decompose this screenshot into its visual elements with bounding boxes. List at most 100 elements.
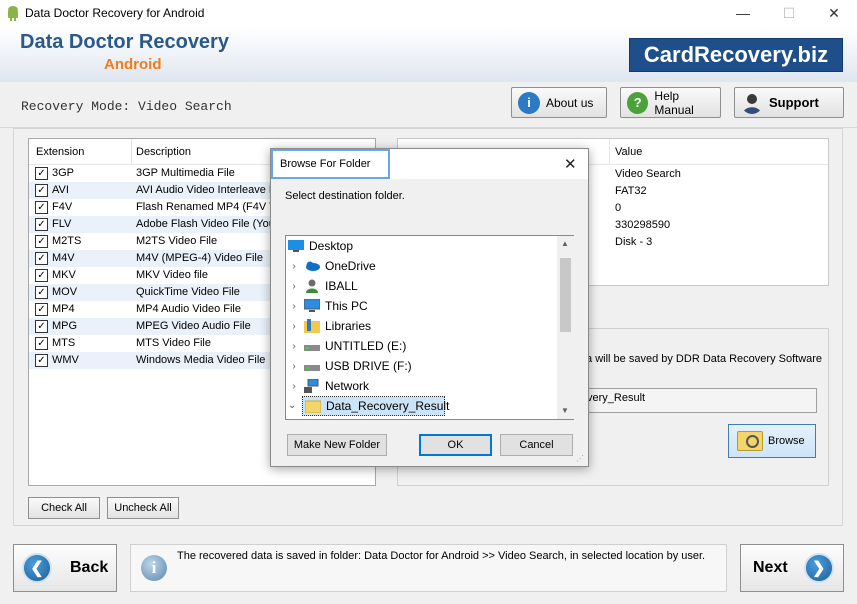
make-new-folder-button[interactable]: Make New Folder (287, 434, 387, 456)
tree-item-label: OneDrive (325, 259, 376, 273)
about-us-button[interactable]: i About us (511, 87, 607, 118)
tree-item-this-pc[interactable]: › This PC (286, 296, 557, 316)
tree-item-label: Network (325, 379, 370, 393)
info-value: 330298590 (615, 219, 671, 231)
library-icon (304, 319, 320, 333)
tree-item-network[interactable]: › Network (286, 376, 557, 396)
chevron-right-icon[interactable]: › (288, 381, 300, 392)
dialog-close-icon[interactable]: ✕ (564, 155, 577, 173)
checkbox[interactable]: ✓ (35, 167, 48, 180)
browse-folder-dialog: Browse For Folder ✕ Select destination f… (270, 148, 589, 467)
resize-grip-icon[interactable]: ⋰ (576, 454, 586, 464)
checkbox[interactable]: ✓ (35, 320, 48, 333)
next-button[interactable]: Next ❯ (740, 544, 844, 592)
info-value: Disk - 3 (615, 236, 653, 248)
android-icon (8, 6, 18, 21)
tree-item-desktop[interactable]: Desktop (286, 236, 557, 256)
save-location-message: ta will be saved by DDR Data Recovery So… (583, 353, 823, 365)
about-us-label: About us (546, 95, 594, 110)
cancel-button[interactable]: Cancel (500, 434, 573, 456)
support-label: Support (769, 95, 819, 110)
chevron-right-icon[interactable]: › (288, 281, 300, 292)
checkbox[interactable]: ✓ (35, 269, 48, 282)
tree-item-untitled-drive[interactable]: › UNTITLED (E:) (286, 336, 557, 356)
value-column-header[interactable]: Value (615, 146, 642, 158)
help-manual-label: Help Manual (654, 88, 694, 117)
dialog-prompt: Select destination folder. (285, 190, 405, 202)
tree-item-iball[interactable]: › IBALL (286, 276, 557, 296)
chevron-right-icon[interactable]: › (288, 261, 300, 272)
checkbox[interactable]: ✓ (35, 218, 48, 231)
chevron-right-icon[interactable]: › (288, 341, 300, 352)
info-icon: i (141, 555, 167, 581)
scroll-down-icon[interactable]: ▼ (561, 406, 569, 415)
folder-tree[interactable]: Desktop › OneDrive › IBALL › This PC › L… (285, 235, 574, 420)
tree-item-label: Libraries (325, 319, 372, 333)
extension-cell: MPG (52, 320, 78, 332)
tree-item-label: Data_Recovery_Result (326, 399, 450, 413)
info-icon: i (518, 91, 540, 114)
chevron-right-icon[interactable]: › (288, 321, 300, 332)
help-manual-button[interactable]: ? Help Manual (620, 87, 721, 118)
tree-scrollbar[interactable]: ▲ ▼ (557, 236, 574, 419)
tree-item-label: USB DRIVE (F:) (325, 359, 412, 373)
extension-cell: M4V (52, 252, 75, 264)
support-person-icon (743, 93, 761, 114)
chevron-down-icon[interactable]: ⌄ (288, 400, 296, 411)
status-bar: i The recovered data is saved in folder:… (130, 544, 727, 592)
browse-button[interactable]: Browse (728, 424, 816, 458)
extension-cell: MP4 (52, 303, 75, 315)
tree-item-onedrive[interactable]: › OneDrive (286, 256, 557, 276)
tree-item-label: This PC (325, 299, 368, 313)
checkbox[interactable]: ✓ (35, 354, 48, 367)
save-path-field[interactable]: very_Result (580, 388, 817, 413)
checkbox[interactable]: ✓ (35, 286, 48, 299)
desktop-icon (288, 239, 304, 253)
tree-item-label: IBALL (325, 279, 358, 293)
drive-icon (304, 359, 320, 373)
tree-item-libraries[interactable]: › Libraries (286, 316, 557, 336)
minimize-button[interactable]: — (720, 0, 766, 26)
user-icon (304, 279, 320, 293)
checkbox[interactable]: ✓ (35, 235, 48, 248)
back-button[interactable]: ❮ Back (13, 544, 117, 592)
brand-title: Data Doctor Recovery (20, 31, 229, 53)
scroll-up-icon[interactable]: ▲ (561, 239, 569, 248)
support-button[interactable]: Support (734, 87, 844, 118)
description-column-header[interactable]: Description (136, 146, 191, 158)
dialog-title-text: Browse For Folder (280, 158, 371, 170)
tree-item-label: Desktop (309, 239, 354, 253)
scrollbar-thumb[interactable] (560, 258, 571, 332)
checkbox[interactable]: ✓ (35, 303, 48, 316)
chevron-right-icon[interactable]: › (288, 301, 300, 312)
checkbox[interactable]: ✓ (35, 201, 48, 214)
extension-cell: FLV (52, 218, 72, 230)
cloud-icon (304, 259, 320, 273)
close-button[interactable]: ✕ (811, 0, 857, 26)
browse-label: Browse (768, 435, 805, 447)
uncheck-all-button[interactable]: Uncheck All (107, 497, 179, 519)
dialog-title: Browse For Folder (271, 149, 390, 179)
computer-icon (303, 298, 321, 313)
next-arrow-icon: ❯ (803, 553, 834, 583)
app-header: Data Doctor Recovery Android CardRecover… (0, 26, 857, 82)
extension-cell: MKV (52, 269, 76, 281)
checkbox[interactable]: ✓ (35, 184, 48, 197)
checkbox[interactable]: ✓ (35, 252, 48, 265)
extension-column-header[interactable]: Extension (36, 146, 84, 158)
extension-cell: 3GP (52, 167, 75, 179)
maximize-button[interactable]: ☐ (766, 0, 812, 26)
tree-item-data-recovery-result[interactable]: Data_Recovery_Result (302, 396, 449, 416)
window-title: Data Doctor Recovery for Android (25, 6, 205, 20)
extension-cell: F4V (52, 201, 73, 213)
next-label: Next (753, 559, 788, 576)
tree-item-label: UNTITLED (E:) (325, 339, 407, 353)
info-value: Video Search (615, 168, 681, 180)
check-all-button[interactable]: Check All (28, 497, 100, 519)
chevron-right-icon[interactable]: › (288, 361, 300, 372)
checkbox[interactable]: ✓ (35, 337, 48, 350)
network-icon (304, 378, 320, 393)
ok-button[interactable]: OK (419, 434, 492, 456)
recovery-mode-label: Recovery Mode: Video Search (21, 99, 232, 114)
tree-item-usb-drive[interactable]: › USB DRIVE (F:) (286, 356, 557, 376)
